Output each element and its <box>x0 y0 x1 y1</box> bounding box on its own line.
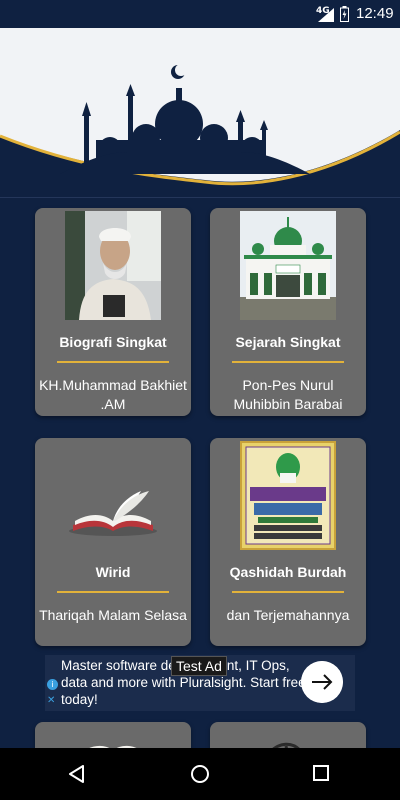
info-icon[interactable]: i <box>47 679 58 690</box>
battery-icon <box>340 6 349 22</box>
recents-icon[interactable] <box>313 765 329 781</box>
card-title: Wirid <box>95 564 131 580</box>
portrait-photo <box>65 211 161 320</box>
close-icon[interactable]: ✕ <box>47 695 55 707</box>
clock: 12:49 <box>356 5 394 22</box>
header-divider <box>0 197 400 198</box>
navigation-bar <box>0 748 400 800</box>
card-subtitle: Pon-Pes Nurul Muhibbin Barabai <box>233 377 343 412</box>
card-separator <box>57 361 169 363</box>
arrow-right-icon[interactable] <box>301 661 343 703</box>
mosque-photo <box>240 211 336 320</box>
status-bar: 4G 12:49 <box>0 0 400 28</box>
home-icon[interactable] <box>190 764 210 784</box>
card-title: Sejarah Singkat <box>235 334 341 350</box>
card-title: Biografi Singkat <box>59 334 167 350</box>
network-type: 4G <box>316 6 330 16</box>
card-subtitle: KH.Muhammad Bakhiet .AM <box>39 377 187 412</box>
card-separator <box>57 591 169 593</box>
card-title: Qashidah Burdah <box>229 564 347 580</box>
card-subtitle: dan Terjemahannya <box>226 607 350 623</box>
card-biografi[interactable]: Biografi Singkat KH.Muhammad Bakhiet .AM <box>35 208 191 416</box>
mosque-header-banner <box>0 28 400 198</box>
card-subtitle: Thariqah Malam Selasa <box>39 607 187 623</box>
burdah-cover <box>240 441 336 550</box>
ad-banner[interactable]: i ✕ Master software development, IT Ops,… <box>45 655 355 711</box>
back-icon[interactable] <box>68 765 86 783</box>
card-sejarah[interactable]: Sejarah Singkat Pon-Pes Nurul Muhibbin B… <box>210 208 366 416</box>
open-book-icon <box>65 441 161 550</box>
card-separator <box>232 591 344 593</box>
card-separator <box>232 361 344 363</box>
card-qashidah[interactable]: Qashidah Burdah dan Terjemahannya <box>210 438 366 646</box>
test-ad-badge: Test Ad <box>171 656 227 676</box>
card-wirid[interactable]: Wirid Thariqah Malam Selasa <box>35 438 191 646</box>
